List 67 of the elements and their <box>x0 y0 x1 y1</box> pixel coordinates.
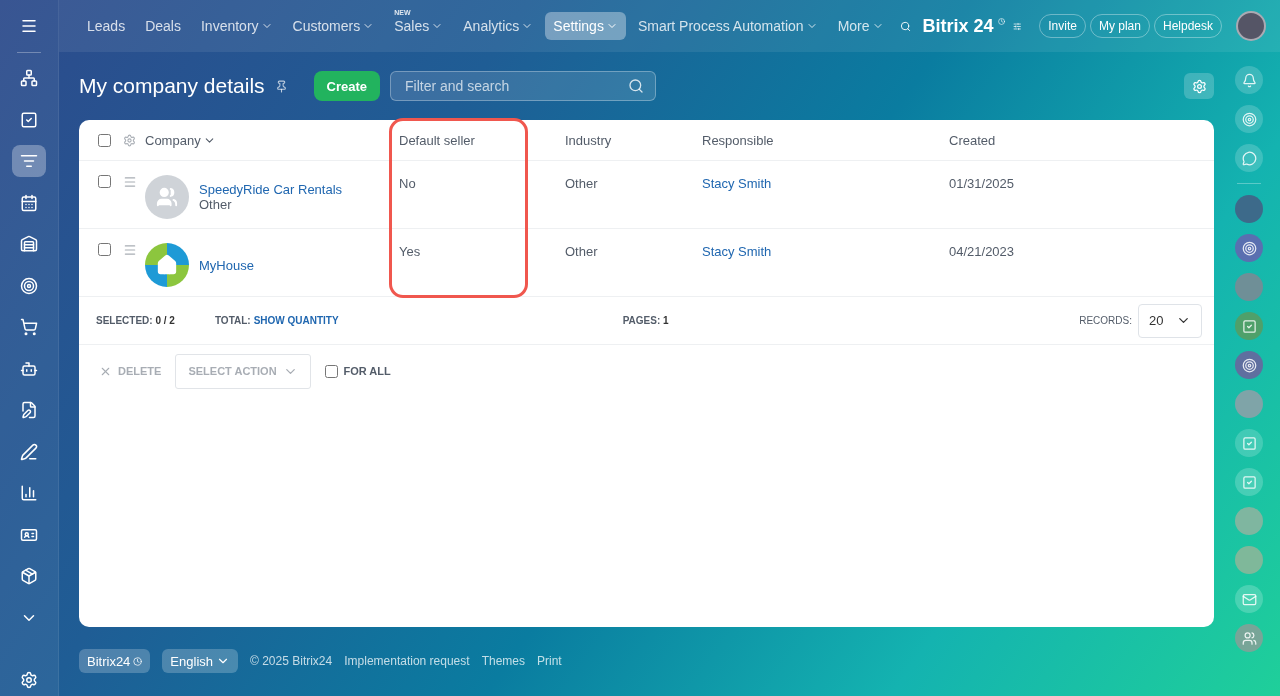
user-avatar[interactable] <box>1236 11 1266 41</box>
checkbox-label: FOR ALL <box>343 365 391 377</box>
settings-button[interactable] <box>1184 73 1214 99</box>
pin-icon[interactable] <box>274 79 288 93</box>
footer-link[interactable]: Print <box>537 654 562 668</box>
checkbox[interactable] <box>325 364 339 378</box>
nav-tab[interactable]: Settings <box>545 12 626 40</box>
column-header[interactable]: Company <box>141 132 391 148</box>
users-icon[interactable] <box>1235 624 1263 652</box>
table-cell-text: 04/21/2023 <box>948 243 1015 259</box>
checkbox-icon[interactable] <box>1235 468 1263 496</box>
bell-icon[interactable] <box>1235 66 1263 94</box>
search-icon[interactable] <box>628 78 645 94</box>
column-header: Created <box>948 132 997 148</box>
company-link[interactable]: MyHouse <box>199 257 254 273</box>
table-cell-text: Yes <box>398 243 422 259</box>
nav-tab[interactable]: More <box>829 12 892 40</box>
action-select[interactable]: SELECT ACTION <box>175 353 312 389</box>
nav-tab[interactable]: Customers <box>284 12 383 40</box>
language-select[interactable]: English <box>162 649 238 673</box>
delete-button[interactable]: DELETE <box>99 364 162 378</box>
table-cell-text: Other <box>564 243 599 259</box>
records-select[interactable]: 20 <box>1138 303 1202 338</box>
row-checkbox[interactable] <box>98 243 111 256</box>
company-avatar <box>145 175 189 219</box>
responsible-link[interactable]: Stacy Smith <box>694 161 772 191</box>
gear-icon[interactable] <box>123 133 136 147</box>
footer-link[interactable]: Implementation request <box>344 654 470 668</box>
clock-icon <box>133 656 143 666</box>
checkbox-icon[interactable] <box>1235 429 1263 457</box>
avatar[interactable] <box>1235 195 1263 223</box>
responsible-link[interactable]: Stacy Smith <box>694 229 772 259</box>
mail-icon[interactable] <box>1235 585 1263 613</box>
checkbox[interactable] <box>98 133 111 147</box>
gear-icon <box>1191 78 1207 94</box>
clock-icon <box>997 16 1005 27</box>
footer-link[interactable]: Themes <box>481 654 525 668</box>
row-checkbox[interactable] <box>98 175 111 188</box>
table-cell-text: Other <box>564 175 599 191</box>
selected-count: SELECTED: 0 / 2 <box>96 315 175 326</box>
nav-tab[interactable]: Leads <box>79 12 134 40</box>
table-cell-text: 01/31/2025 <box>948 175 1015 191</box>
page-title: My company details <box>79 74 265 98</box>
funnel-icon[interactable] <box>12 145 46 177</box>
nav-tab[interactable]: Inventory <box>192 12 281 40</box>
drag-handle-icon[interactable] <box>123 175 137 189</box>
nav-tab[interactable]: Smart Process Automation <box>629 12 826 40</box>
column-header: Industry <box>564 132 613 148</box>
create-button[interactable]: Create <box>313 71 381 101</box>
checkbox-icon[interactable] <box>1235 312 1263 340</box>
company-logo <box>145 243 189 287</box>
show-quantity-link[interactable]: SHOW QUANTITY <box>253 315 339 326</box>
column-header: Responsible <box>701 132 775 148</box>
brand-button[interactable]: Bitrix24 <box>79 649 151 673</box>
logo[interactable]: Bitrix 24 <box>922 15 994 37</box>
company-link[interactable]: SpeedyRide Car Rentals <box>199 182 343 197</box>
column-header: Default seller <box>398 132 476 148</box>
drag-handle-icon[interactable] <box>123 243 137 257</box>
company-type: Other <box>199 197 233 212</box>
nav-tab[interactable]: Deals <box>137 12 189 40</box>
pages-count: PAGES: 1 <box>622 315 669 326</box>
records-label: RECORDS: <box>1079 315 1132 326</box>
table-cell-text: No <box>398 175 417 191</box>
chat-icon[interactable] <box>1235 144 1263 172</box>
total-label: TOTAL: <box>214 315 251 326</box>
copyright-text: © 2025 Bitrix24 <box>250 654 333 668</box>
nav-tab[interactable]: Analytics <box>455 12 542 40</box>
